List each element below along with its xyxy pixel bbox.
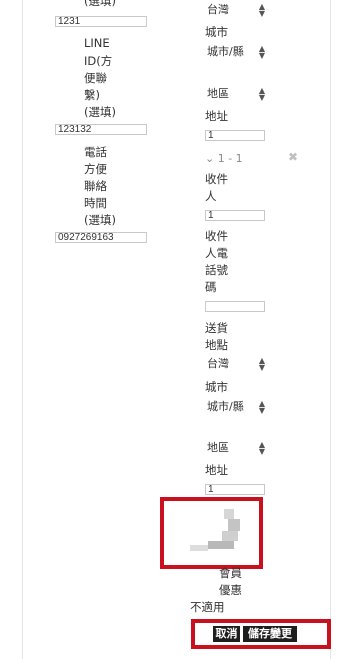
recipient-label-1: 收件 — [205, 172, 228, 186]
pixel-block — [222, 531, 238, 541]
country-select-top[interactable]: 台灣 ▲ ▼ — [203, 0, 267, 20]
country-select-bottom[interactable]: 台灣 ▲ ▼ — [203, 354, 267, 374]
recipient-phone-label-4: 碼 — [205, 280, 217, 294]
contact-time-label-3: 聯絡 — [84, 179, 107, 193]
contact-time-label-1: 電話 — [84, 145, 107, 159]
address-input-top[interactable]: 1 — [205, 130, 265, 141]
district-select-bottom[interactable]: 地區 ▲ ▼ — [203, 438, 267, 458]
line-id-label-1: LINE — [84, 36, 110, 50]
pixel-block — [208, 541, 234, 549]
contact-time-input[interactable]: 0927269163 — [55, 232, 147, 243]
pixel-block — [228, 519, 240, 531]
select-down-arrow-icon: ▼ — [258, 51, 265, 60]
save-changes-button[interactable]: 儲存變更 — [243, 626, 297, 642]
city-select-top[interactable]: 城市/縣 ▲ ▼ — [203, 42, 267, 62]
recipient-input[interactable]: 1 — [205, 210, 265, 221]
remove-icon[interactable]: ✖ — [288, 150, 298, 164]
contact-time-label-4: 時間 — [84, 196, 107, 210]
member-discount-label-2: 優惠 — [219, 583, 242, 597]
recipient-phone-label-2: 人電 — [205, 246, 228, 260]
select-down-arrow-icon: ▼ — [258, 406, 265, 415]
city-select-bottom-value: 城市/縣 — [207, 400, 244, 413]
delivery-location-label-2: 地點 — [205, 338, 228, 352]
cancel-button[interactable]: 取消 — [213, 626, 240, 642]
contact-time-label-2: 方便 — [84, 162, 107, 176]
right-frame-line — [330, 0, 331, 659]
country-select-bottom-value: 台灣 — [207, 357, 229, 370]
district-select-bottom-value: 地區 — [207, 441, 229, 454]
recipient-phone-input[interactable] — [205, 301, 265, 312]
not-applicable-text: 不適用 — [190, 600, 225, 614]
district-select-top-value: 地區 — [207, 87, 229, 100]
address-input-bottom[interactable]: 1 — [205, 484, 265, 495]
optional-label-cut: (選填) — [84, 0, 116, 8]
delivery-location-label-1: 送貨 — [205, 321, 228, 335]
contact-time-label-5: (選填) — [84, 213, 116, 227]
collapse-toggle[interactable]: ⌄ 1 - 1 — [205, 152, 243, 165]
district-select-top[interactable]: 地區 ▲ ▼ — [203, 84, 267, 104]
select-down-arrow-icon: ▼ — [258, 447, 265, 456]
pixel-block — [224, 509, 234, 519]
recipient-phone-label-1: 收件 — [205, 229, 228, 243]
line-id-input[interactable]: 123132 — [55, 124, 147, 135]
line-id-label-5: (選填) — [84, 105, 116, 119]
previous-field-input[interactable]: 1231 — [55, 16, 147, 27]
select-down-arrow-icon: ▼ — [258, 363, 265, 372]
country-select-top-value: 台灣 — [207, 3, 229, 16]
member-discount-label-1: 會員 — [219, 566, 242, 580]
city-label-bottom: 城市 — [205, 380, 228, 394]
left-frame-line — [22, 0, 23, 659]
address-label-top: 地址 — [205, 109, 228, 123]
recipient-phone-label-3: 話號 — [205, 263, 228, 277]
select-down-arrow-icon: ▼ — [258, 93, 265, 102]
line-id-label-3: 便聯 — [84, 71, 107, 85]
city-label-top: 城市 — [205, 25, 228, 39]
select-down-arrow-icon: ▼ — [258, 9, 265, 18]
line-id-label-4: 繫) — [84, 88, 100, 102]
redacted-content — [168, 505, 255, 561]
address-label-bottom: 地址 — [205, 463, 228, 477]
city-select-top-value: 城市/縣 — [207, 45, 244, 58]
recipient-label-2: 人 — [205, 189, 217, 203]
city-select-bottom[interactable]: 城市/縣 ▲ ▼ — [203, 397, 267, 417]
line-id-label-2: ID(方 — [84, 54, 113, 68]
pixel-block — [190, 545, 208, 551]
